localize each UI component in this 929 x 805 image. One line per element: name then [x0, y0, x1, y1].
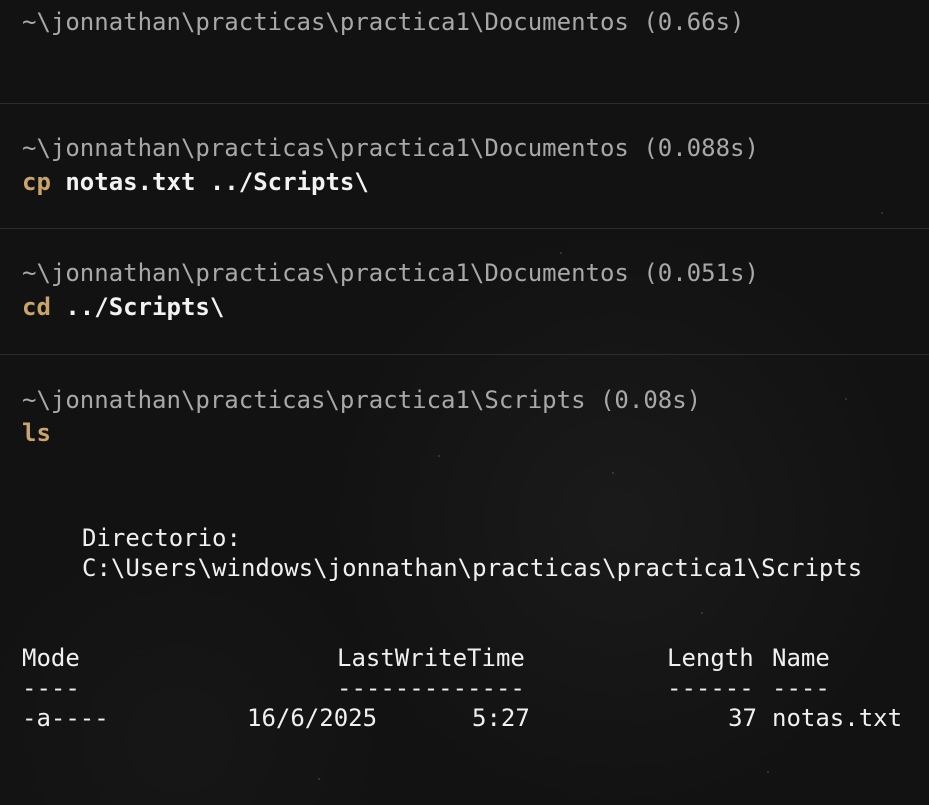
prompt-path: ~\jonnathan\practicas\practica1\Document… [22, 134, 759, 162]
prompt-path: ~\jonnathan\practicas\practica1\Document… [22, 8, 745, 36]
background-speck [845, 398, 847, 400]
command-block-4[interactable]: ~\jonnathan\practicas\practica1\Scripts … [0, 355, 929, 805]
command-args: ../Scripts\ [50, 293, 225, 321]
header-mode: Mode [22, 644, 80, 672]
background-speck [438, 455, 440, 457]
prompt-path: ~\jonnathan\practicas\practica1\Document… [22, 259, 759, 287]
background-speck [701, 612, 703, 614]
header-lastwritetime: LastWriteTime [337, 644, 525, 672]
command-line: cp notas.txt ../Scripts\ [22, 167, 369, 197]
background-speck [881, 212, 883, 214]
header-length: Length [667, 644, 754, 672]
row-time: 5:27 [472, 704, 530, 732]
background-speck [560, 252, 562, 254]
separator-length: ------ [667, 674, 754, 702]
command-block-2[interactable]: ~\jonnathan\practicas\practica1\Document… [0, 104, 929, 229]
command-name: cp [22, 168, 51, 196]
row-name: notas.txt [772, 704, 903, 732]
terminal-window[interactable]: ~\jonnathan\practicas\practica1\Document… [0, 0, 929, 805]
command-block-1[interactable]: ~\jonnathan\practicas\practica1\Document… [0, 0, 929, 104]
background-speck [767, 771, 769, 773]
separator-name: ---- [772, 674, 830, 702]
row-date: 16/6/2025 [247, 704, 378, 732]
row-mode: -a---- [22, 704, 109, 732]
command-block-3[interactable]: ~\jonnathan\practicas\practica1\Document… [0, 229, 929, 355]
command-line: ls [22, 418, 51, 448]
header-name: Name [772, 644, 830, 672]
command-args: notas.txt ../Scripts\ [50, 168, 369, 196]
separator-lastwritetime: ------------- [337, 674, 525, 702]
background-speck [612, 472, 614, 474]
background-speck [318, 778, 320, 780]
directory-path: C:\Users\windows\jonnathan\practicas\pra… [82, 554, 863, 582]
command-name: ls [22, 419, 51, 447]
prompt-path: ~\jonnathan\practicas\practica1\Scripts … [22, 386, 702, 414]
row-length: 37 [728, 704, 757, 732]
directory-label: Directorio: [82, 524, 241, 552]
command-name: cd [22, 293, 51, 321]
separator-mode: ---- [22, 674, 80, 702]
command-line: cd ../Scripts\ [22, 292, 224, 322]
